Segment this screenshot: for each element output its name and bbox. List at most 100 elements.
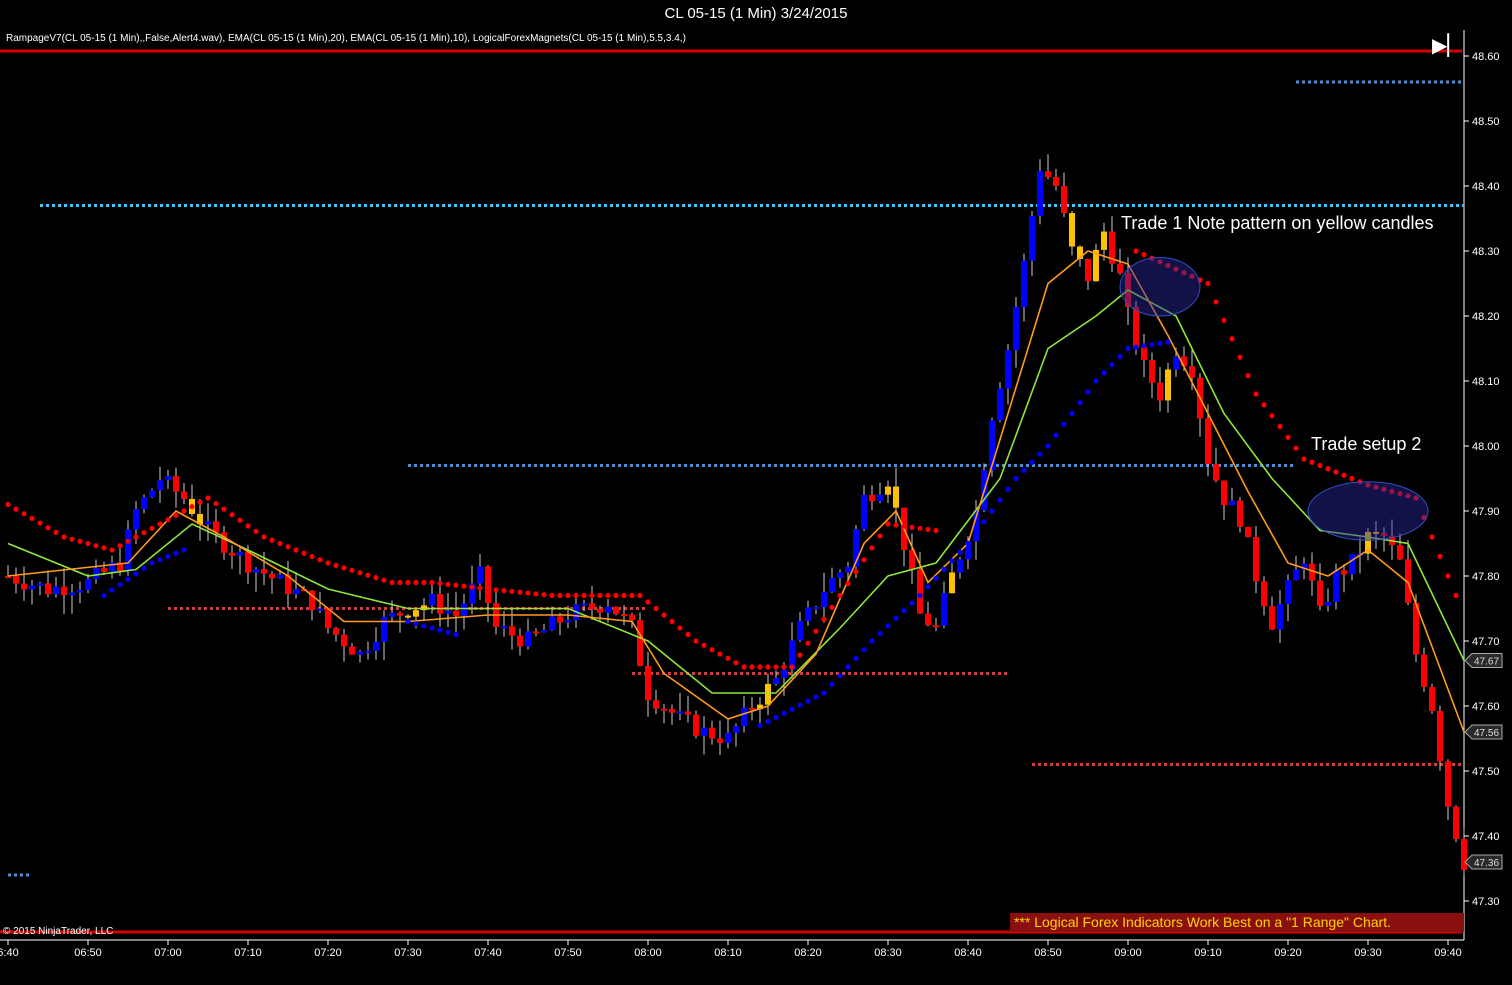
- x-tick-label: 06:50: [74, 947, 102, 959]
- stop-dot-blue: [1077, 400, 1083, 406]
- stop-dot-red: [1437, 553, 1443, 560]
- stop-dot-blue: [805, 698, 811, 704]
- x-tick-label: 07:00: [154, 947, 182, 959]
- stop-dot-red: [1349, 475, 1355, 482]
- candle-body: [693, 714, 699, 736]
- stop-dot-red: [61, 534, 67, 540]
- stop-dot-red: [101, 545, 107, 551]
- stop-dot-red: [613, 592, 619, 599]
- stop-dot-red: [189, 504, 195, 510]
- candle-body: [669, 709, 675, 713]
- stop-dot-red: [805, 640, 811, 646]
- stop-dot-blue: [125, 576, 131, 582]
- candle-body: [917, 569, 923, 614]
- candle-body: [1149, 360, 1155, 383]
- x-tick-label: 08:30: [874, 947, 902, 959]
- candle-body: [157, 480, 163, 491]
- candle-body: [341, 634, 347, 647]
- candle-body: [1349, 554, 1355, 575]
- x-tick-label: 09:30: [1354, 947, 1382, 959]
- x-tick-label: 08:50: [1034, 947, 1062, 959]
- stop-dot-red: [213, 500, 219, 507]
- candle-body: [885, 486, 891, 495]
- candle-body: [229, 552, 235, 556]
- stop-dot-red: [893, 522, 899, 528]
- stop-dot-blue: [165, 553, 171, 560]
- stop-dot-red: [245, 523, 251, 529]
- stop-dot-red: [21, 511, 27, 517]
- stop-dot-red: [1277, 423, 1283, 430]
- stop-dot-red: [405, 579, 411, 586]
- stop-dot-red: [1229, 336, 1235, 342]
- candle-body: [1205, 418, 1211, 465]
- stop-dot-red: [1333, 469, 1339, 475]
- stop-dot-blue: [1045, 443, 1051, 449]
- stop-dot-red: [1205, 280, 1211, 287]
- stop-dot-blue: [429, 625, 435, 631]
- y-tick-label: 48.40: [1472, 181, 1500, 193]
- candle-body: [1213, 464, 1219, 481]
- candle-body: [877, 494, 883, 502]
- stop-dot-red: [293, 547, 299, 553]
- candle-body: [1333, 570, 1339, 602]
- stop-dot-red: [381, 577, 387, 583]
- stop-dot-red: [549, 592, 555, 599]
- candle-body: [165, 476, 171, 481]
- stop-dot-red: [333, 562, 339, 569]
- stop-dot-red: [557, 592, 563, 599]
- candle-body: [245, 551, 251, 573]
- stop-dot-red: [461, 583, 467, 589]
- candle-body: [1253, 537, 1259, 582]
- candle-body: [397, 612, 403, 616]
- stop-dot-blue: [933, 575, 939, 581]
- stop-dot-blue: [1149, 342, 1155, 348]
- stop-dot-blue: [1005, 486, 1011, 492]
- candle-body: [405, 615, 411, 618]
- price-tag-label: 47.67: [1474, 657, 1499, 668]
- stop-dot-blue: [157, 557, 163, 563]
- candle-body: [1445, 761, 1451, 807]
- stop-dot-red: [141, 530, 147, 536]
- stop-dot-blue: [1141, 343, 1147, 349]
- candle-body: [181, 491, 187, 499]
- stop-dot-blue: [133, 571, 139, 577]
- candle-body: [685, 711, 691, 715]
- candle-body: [1429, 686, 1435, 712]
- candle-body: [445, 610, 451, 614]
- price-chart[interactable]: 48.60 48.50 48.40 48.30 48.20 48.10 48.00 47.90…: [0, 0, 1512, 985]
- stop-dot-red: [445, 581, 451, 587]
- stop-dot-red: [781, 664, 787, 670]
- stop-dot-blue: [973, 530, 979, 536]
- y-tick-label: 48.30: [1472, 246, 1500, 258]
- stop-dot-red: [1269, 413, 1275, 419]
- candle-body: [821, 591, 827, 607]
- candle-body: [1117, 263, 1123, 274]
- candle-body: [1013, 307, 1019, 351]
- stop-dot-red: [453, 582, 459, 588]
- candle-body: [933, 625, 939, 628]
- candle-body: [525, 631, 531, 647]
- candle-body: [1269, 606, 1275, 630]
- stop-dot-red: [877, 533, 883, 539]
- candle-body: [1277, 604, 1283, 630]
- skip-to-end-icon[interactable]: ▶▏: [1432, 35, 1463, 57]
- stop-dot-red: [525, 590, 531, 596]
- stop-dot-blue: [437, 627, 443, 633]
- stop-dot-red: [477, 585, 483, 591]
- candle-body: [957, 559, 963, 573]
- candle-body: [1189, 366, 1195, 378]
- candle-body: [213, 521, 219, 533]
- stop-dot-red: [717, 651, 723, 657]
- candle-body: [653, 700, 659, 709]
- candle-body: [101, 568, 107, 572]
- stop-dot-red: [917, 525, 923, 531]
- stop-dot-red: [845, 580, 851, 587]
- stop-dot-red: [789, 664, 795, 670]
- stop-dot-red: [173, 512, 179, 518]
- candle-body: [1421, 654, 1427, 687]
- x-tick-label: 07:50: [554, 947, 582, 959]
- candle-body: [837, 572, 843, 579]
- candle-body: [781, 669, 787, 678]
- candle-body: [253, 569, 259, 573]
- candle-body: [637, 620, 643, 666]
